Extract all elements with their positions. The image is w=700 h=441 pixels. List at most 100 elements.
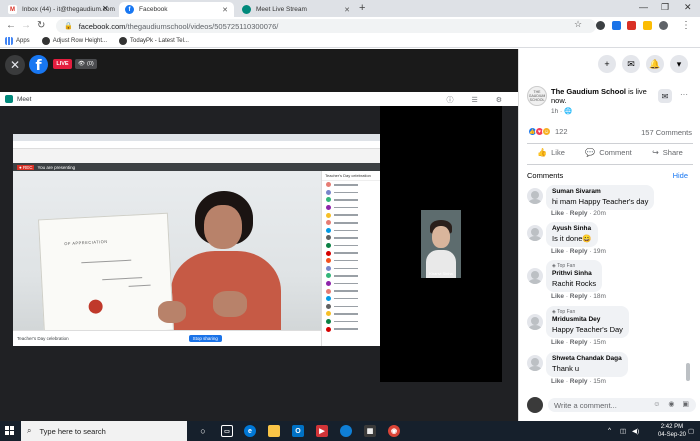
url-path: /thegaudiumschool/videos/505725110300076… [125, 21, 279, 31]
file-explorer-icon[interactable] [268, 425, 280, 437]
certificate-seal [88, 299, 103, 314]
avatar[interactable] [527, 225, 543, 241]
task-view-icon[interactable]: ▭ [221, 425, 233, 437]
facebook-logo-icon[interactable]: f [29, 55, 48, 74]
shared-browser-chrome [13, 134, 380, 164]
media-player-icon[interactable]: ▶ [316, 425, 328, 437]
comment-like-link[interactable]: Like [551, 210, 564, 217]
maximize-icon[interactable]: ❐ [661, 2, 669, 13]
tab-title: Facebook [139, 6, 168, 13]
add-icon[interactable]: + [598, 55, 616, 73]
post-time[interactable]: 1h · [551, 108, 564, 115]
comment-button[interactable]: 💬 Comment [585, 148, 631, 157]
share-button[interactable]: ↪ Share [652, 148, 683, 157]
comment-like-link[interactable]: Like [551, 339, 564, 346]
kebab-menu-icon[interactable]: ⋮ [681, 20, 691, 31]
comment-bubble: Shweta Chandak Daga Thank u [546, 352, 628, 377]
page-message-button[interactable]: ✉ [658, 89, 672, 103]
reactions-summary[interactable]: 👍 ♥ ☺ 122 [528, 127, 568, 136]
meet-label: Meet [17, 95, 32, 103]
globe-icon: 🌐 [564, 108, 573, 115]
more-options-icon[interactable]: ··· [680, 90, 688, 99]
comment-reply-link[interactable]: Reply [570, 378, 588, 385]
avatar[interactable] [527, 355, 543, 371]
url-field[interactable]: 🔒 facebook.com/thegaudiumschool/videos/5… [56, 19, 596, 33]
close-window-icon[interactable]: ✕ [684, 2, 692, 13]
screen: M Inbox (44) - it@thegaudium.com ✕ f Fac… [0, 0, 700, 441]
notification-center-icon[interactable]: ▢ [688, 427, 694, 435]
extension-icon[interactable] [627, 21, 636, 30]
write-comment-row: Write a comment... ☺ ◉ ▣ [527, 393, 696, 415]
comment-like-link[interactable]: Like [551, 293, 564, 300]
comment-input[interactable]: Write a comment... ☺ ◉ ▣ [548, 398, 696, 412]
tab-facebook[interactable]: f Facebook ✕ [119, 2, 234, 17]
outlook-icon[interactable]: O [292, 425, 304, 437]
avatar[interactable] [527, 314, 543, 330]
comments-scrollbar[interactable] [686, 363, 690, 381]
close-tab-icon[interactable]: ✕ [344, 6, 350, 14]
comment-reply-link[interactable]: Reply [570, 339, 588, 346]
comment-reply-link[interactable]: Reply [570, 210, 588, 217]
system-clock[interactable]: 2:42 PM 04-Sep-20 [658, 423, 686, 439]
bookmark-todaypk[interactable]: TodayPk - Latest Tel... [119, 37, 189, 45]
account-menu-icon[interactable]: ▾ [670, 55, 688, 73]
apps-grid-icon [5, 37, 13, 45]
network-icon[interactable]: ◫ [620, 427, 626, 435]
comment-count-link[interactable]: 157 Comments [641, 128, 692, 137]
windows-taskbar: ⌕ Type here to search ○ ▭ e O ▶ ▦ ◉ ^ ◫ … [0, 421, 700, 441]
close-tab-icon[interactable]: ✕ [102, 4, 109, 13]
bookmark-star-icon[interactable]: ☆ [574, 19, 582, 30]
comment-like-link[interactable]: Like [551, 248, 564, 255]
search-icon: ⌕ [27, 426, 32, 435]
volume-icon[interactable]: ◀) [632, 427, 639, 435]
page-avatar[interactable]: THE GAUDIUM SCHOOL [527, 86, 547, 106]
hide-comments-link[interactable]: Hide [673, 171, 688, 180]
comment-reply-link[interactable]: Reply [570, 248, 588, 255]
windows-start-icon[interactable] [5, 426, 15, 436]
bookmark-icon [119, 37, 128, 45]
avatar[interactable] [527, 268, 543, 284]
reload-icon[interactable]: ↻ [37, 20, 45, 31]
presenting-bar: ● REC You are presenting [13, 163, 380, 171]
comment-input-icons[interactable]: ☺ ◉ ▣ [653, 400, 692, 408]
participants-list: Teacher's Day celebration [321, 171, 380, 346]
post-actions: 👍 Like 💬 Comment ↪ Share [527, 148, 693, 157]
avatar [527, 397, 543, 413]
facebook-icon: f [125, 5, 134, 14]
minimize-icon[interactable]: — [639, 2, 648, 12]
profile-icon[interactable] [659, 21, 668, 30]
edge-chromium-icon[interactable] [340, 425, 352, 437]
rec-indicator: ● REC [17, 164, 35, 170]
edge-icon[interactable]: e [244, 425, 256, 437]
comment-meta: Like · Reply · 18m [551, 293, 606, 300]
chrome-icon[interactable]: ◉ [388, 425, 400, 437]
extension-icon[interactable] [643, 21, 652, 30]
comment-bubble: Suman Sivaram hi mam Happy Teacher's day [546, 185, 655, 210]
page-name-link[interactable]: The Gaudium School [551, 87, 626, 96]
taskbar-search-box[interactable]: ⌕ Type here to search [21, 421, 187, 441]
comment-reply-link[interactable]: Reply [570, 293, 588, 300]
app-icon[interactable]: ▦ [364, 425, 376, 437]
back-icon[interactable]: ← [6, 20, 16, 31]
messenger-icon[interactable]: ✉ [622, 55, 640, 73]
forward-icon[interactable]: → [21, 20, 31, 31]
bookmark-apps[interactable]: Apps [5, 37, 30, 45]
bookmark-icon [41, 37, 50, 45]
presenter-face [204, 205, 242, 249]
tab-gmail[interactable]: M Inbox (44) - it@thegaudium.com [2, 2, 117, 17]
tab-meet-live-stream[interactable]: Meet Live Stream ✕ [236, 2, 356, 17]
extension-icon[interactable] [596, 21, 605, 30]
bookmark-adjust-row-height[interactable]: Adjust Row Height... [41, 37, 107, 45]
comment-like-link[interactable]: Like [551, 378, 564, 385]
notifications-icon[interactable]: 🔔 [646, 55, 664, 73]
cortana-icon[interactable]: ○ [197, 425, 209, 437]
like-button[interactable]: 👍 Like [537, 148, 565, 157]
new-tab-icon[interactable]: + [359, 2, 365, 14]
eye-icon: 👁 [78, 61, 85, 67]
lock-icon: 🔒 [64, 23, 73, 30]
extension-icon[interactable] [612, 21, 621, 30]
close-video-icon[interactable]: ✕ [5, 55, 25, 75]
show-hidden-icons[interactable]: ^ [608, 427, 611, 434]
close-tab-icon[interactable]: ✕ [222, 6, 228, 14]
avatar[interactable] [527, 188, 543, 204]
